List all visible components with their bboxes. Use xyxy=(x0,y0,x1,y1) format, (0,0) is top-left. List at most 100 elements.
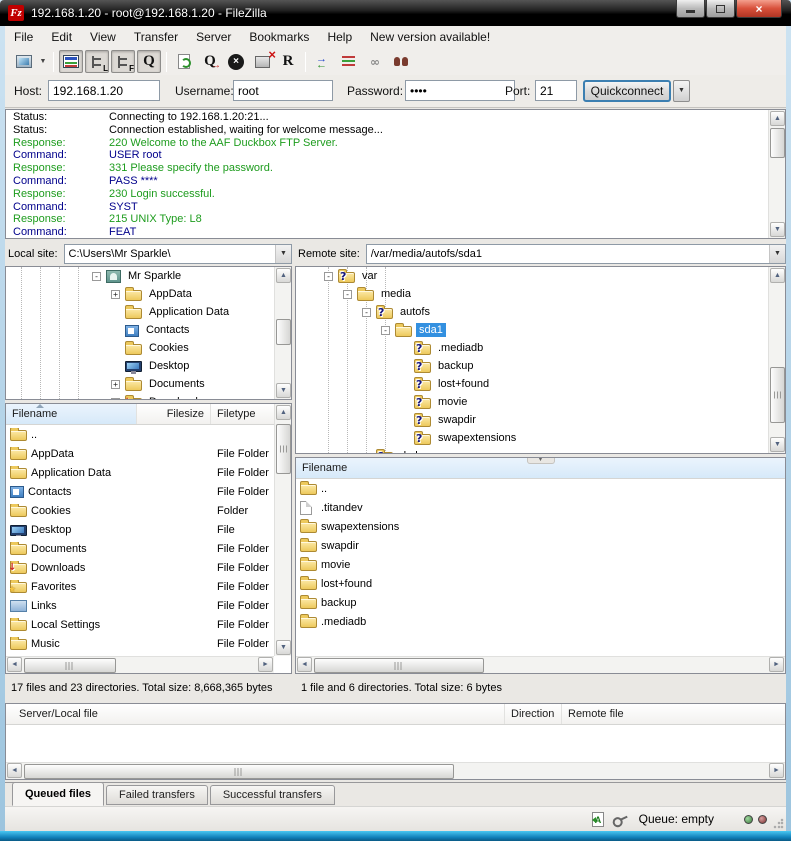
port-input[interactable] xyxy=(535,80,577,101)
quickconnect-button[interactable]: Quickconnect xyxy=(583,80,671,102)
scroll-right-button[interactable]: ► xyxy=(769,657,784,672)
scroll-up-button[interactable]: ▲ xyxy=(276,268,291,283)
tree-item-media[interactable]: -media xyxy=(296,285,785,303)
filezilla-logo-icon[interactable]: Fz xyxy=(8,5,24,21)
menu-view[interactable]: View xyxy=(81,26,125,48)
tree-item-swapdir[interactable]: swapdir xyxy=(296,411,785,429)
remote-tree-scrollbar[interactable]: ▲ ▼ xyxy=(768,267,785,453)
scroll-down-button[interactable]: ▼ xyxy=(770,222,785,237)
find-files-button[interactable] xyxy=(389,50,413,73)
menu-transfer[interactable]: Transfer xyxy=(125,26,187,48)
file-row[interactable]: Application DataFile Folder xyxy=(6,463,291,482)
column-header-server-local-file[interactable]: Server/Local file xyxy=(6,704,505,724)
transfer-type-icon[interactable]: A xyxy=(592,812,604,827)
file-row[interactable]: movie xyxy=(296,555,785,574)
scroll-down-button[interactable]: ▼ xyxy=(276,640,291,655)
file-row[interactable]: CookiesFolder xyxy=(6,501,291,520)
tree-item-desktop[interactable]: Desktop xyxy=(6,357,291,375)
collapse-expander-icon[interactable]: - xyxy=(92,272,101,281)
file-row[interactable]: DownloadsFile Folder xyxy=(6,558,291,577)
scrollbar-thumb[interactable] xyxy=(24,764,454,779)
tree-item-swapextensions[interactable]: swapextensions xyxy=(296,429,785,447)
expand-icon[interactable]: + xyxy=(111,398,120,401)
collapse-panel-icon[interactable]: ▼ xyxy=(527,457,555,464)
quickconnect-dropdown[interactable]: ▼ xyxy=(673,80,690,102)
scrollbar-thumb[interactable] xyxy=(770,128,785,158)
local-tree-scrollbar[interactable]: ▲ ▼ xyxy=(274,267,291,399)
toggle-remote-tree-button[interactable]: F xyxy=(111,50,135,73)
file-row[interactable]: .. xyxy=(296,479,785,498)
local-site-dropdown[interactable]: ▼ xyxy=(275,245,291,263)
site-manager-dropdown[interactable]: ▼ xyxy=(37,50,49,73)
tree-item-cookies[interactable]: Cookies xyxy=(6,339,291,357)
reconnect-button[interactable]: R xyxy=(276,50,300,73)
tab-queued-files[interactable]: Queued files xyxy=(12,782,104,806)
file-row[interactable]: swapextensions xyxy=(296,517,785,536)
file-row[interactable]: AppDataFile Folder xyxy=(6,444,291,463)
column-header-filename[interactable]: Filename xyxy=(6,404,137,424)
scrollbar-thumb[interactable] xyxy=(276,424,291,474)
menu-new-version[interactable]: New version available! xyxy=(361,26,499,48)
toggle-local-tree-button[interactable]: L xyxy=(85,50,109,73)
cancel-button[interactable]: × xyxy=(224,50,248,73)
synchronized-browsing-button[interactable]: ∞ xyxy=(363,50,387,73)
tree-item-downloads[interactable]: +Downloads xyxy=(6,393,291,400)
scrollbar-thumb[interactable] xyxy=(24,658,116,673)
tree-item-movie[interactable]: movie xyxy=(296,393,785,411)
minimize-button[interactable] xyxy=(676,0,705,18)
expand-icon[interactable]: + xyxy=(111,380,120,389)
maximize-button[interactable] xyxy=(706,0,735,18)
column-header-remote-file[interactable]: Remote file xyxy=(562,704,785,724)
tree-item-contacts[interactable]: Contacts xyxy=(6,321,291,339)
local-list-hscrollbar[interactable]: ◄ ► xyxy=(6,656,274,673)
tree-item-application-data[interactable]: Application Data xyxy=(6,303,291,321)
remote-site-input[interactable] xyxy=(367,245,769,263)
tree-item-sda1[interactable]: -sda1 xyxy=(296,321,785,339)
file-row[interactable]: backup xyxy=(296,593,785,612)
menu-file[interactable]: File xyxy=(5,26,42,48)
toggle-log-button[interactable] xyxy=(59,50,83,73)
disconnect-button[interactable]: × xyxy=(250,50,274,73)
file-row[interactable]: swapdir xyxy=(296,536,785,555)
file-row[interactable]: FavoritesFile Folder xyxy=(6,577,291,596)
tab-successful-transfers[interactable]: Successful transfers xyxy=(210,785,335,805)
file-row[interactable]: .. xyxy=(6,425,291,444)
menu-server[interactable]: Server xyxy=(187,26,240,48)
tree-item-mr-sparkle[interactable]: -Mr Sparkle xyxy=(6,267,291,285)
scroll-down-button[interactable]: ▼ xyxy=(276,383,291,398)
scroll-up-button[interactable]: ▲ xyxy=(770,111,785,126)
file-row[interactable]: .mediadb xyxy=(296,612,785,631)
collapse-expander-icon[interactable]: - xyxy=(381,326,390,335)
tree-item-autofs[interactable]: -autofs xyxy=(296,303,785,321)
scroll-up-button[interactable]: ▲ xyxy=(770,268,785,283)
file-row[interactable]: lost+found xyxy=(296,574,785,593)
tree-item-dvd[interactable]: dvd xyxy=(296,447,785,454)
expand-icon[interactable]: + xyxy=(111,290,120,299)
toggle-queue-button[interactable]: Q xyxy=(137,50,161,73)
scroll-left-button[interactable]: ◄ xyxy=(7,657,22,672)
file-row[interactable]: ContactsFile Folder xyxy=(6,482,291,501)
local-list-vscrollbar[interactable]: ▲ ▼ xyxy=(274,404,291,656)
tree-item-var[interactable]: -var xyxy=(296,267,785,285)
directory-comparison-button[interactable]: →← xyxy=(311,50,335,73)
column-header-direction[interactable]: Direction xyxy=(505,704,562,724)
file-row[interactable]: Local SettingsFile Folder xyxy=(6,615,291,634)
queue-hscrollbar[interactable]: ◄ ► xyxy=(6,762,785,779)
resize-grip[interactable] xyxy=(773,818,784,829)
close-button[interactable]: × xyxy=(736,0,782,18)
column-header-filesize[interactable]: Filesize xyxy=(137,404,211,424)
host-input[interactable] xyxy=(48,80,160,101)
remote-list-hscrollbar[interactable]: ◄ ► xyxy=(296,656,785,673)
scroll-up-button[interactable]: ▲ xyxy=(276,405,291,420)
collapse-expander-icon[interactable]: - xyxy=(324,272,333,281)
file-row[interactable]: .titandev xyxy=(296,498,785,517)
collapse-expander-icon[interactable]: - xyxy=(362,308,371,317)
tree-item-mediadb[interactable]: .mediadb xyxy=(296,339,785,357)
scroll-left-button[interactable]: ◄ xyxy=(297,657,312,672)
scroll-right-button[interactable]: ► xyxy=(258,657,273,672)
scroll-right-button[interactable]: ► xyxy=(769,763,784,778)
filter-button[interactable] xyxy=(337,50,361,73)
tree-item-lost-found[interactable]: lost+found xyxy=(296,375,785,393)
remote-site-dropdown[interactable]: ▼ xyxy=(769,245,785,263)
log-scrollbar[interactable]: ▲ ▼ xyxy=(768,110,785,238)
